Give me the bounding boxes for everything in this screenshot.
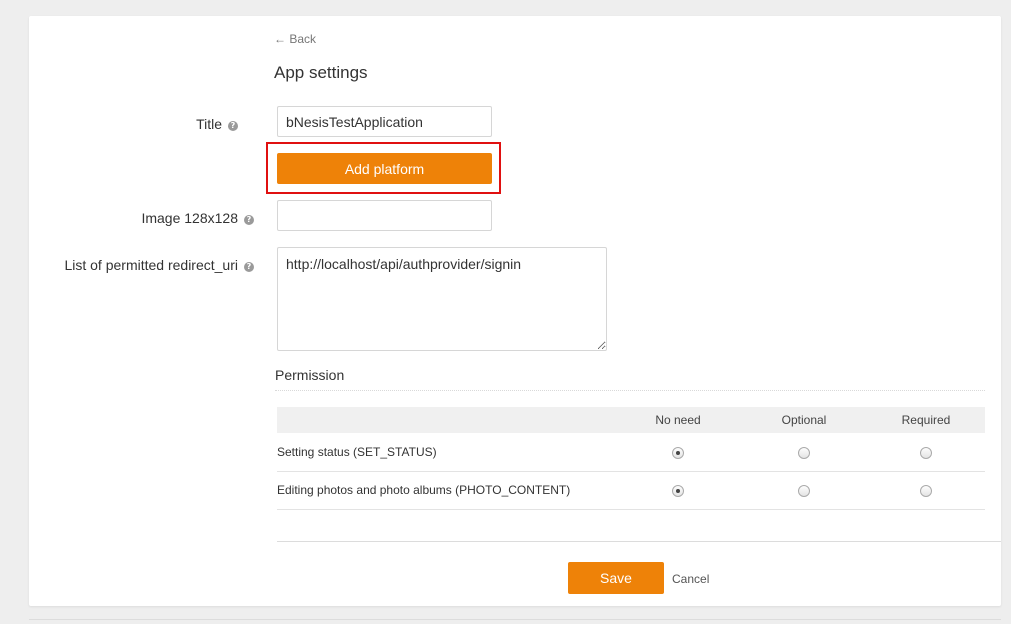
permission-header-row: No need Optional Required <box>277 407 985 433</box>
column-optional: Optional <box>741 407 867 433</box>
permission-title: Permission <box>275 367 345 383</box>
redirect-uri-textarea[interactable]: http://localhost/api/authprovider/signin <box>277 247 607 351</box>
radio-optional[interactable] <box>798 484 810 497</box>
image-label: Image 128x128? <box>141 210 254 226</box>
image-input[interactable] <box>277 200 492 231</box>
permission-row-label: Editing photos and photo albums (PHOTO_C… <box>277 471 615 510</box>
redirect-label-text: List of permitted redirect_uri <box>64 257 238 273</box>
radio-required[interactable] <box>920 446 932 459</box>
help-icon[interactable]: ? <box>244 262 254 272</box>
cancel-link[interactable]: Cancel <box>672 572 709 586</box>
column-no-need: No need <box>615 407 741 433</box>
image-label-text: Image 128x128 <box>141 210 238 226</box>
permission-row: Editing photos and photo albums (PHOTO_C… <box>277 471 985 510</box>
title-label: Title? <box>196 116 238 132</box>
title-label-text: Title <box>196 116 222 132</box>
back-link[interactable]: ← Back <box>274 32 316 46</box>
radio-required[interactable] <box>920 484 932 497</box>
permission-table: No need Optional Required Setting status… <box>277 407 985 510</box>
highlight-box <box>266 142 501 194</box>
help-icon[interactable]: ? <box>244 215 254 225</box>
save-button[interactable]: Save <box>568 562 664 594</box>
permission-header-empty <box>277 407 615 433</box>
column-required: Required <box>867 407 985 433</box>
footer-divider <box>277 541 1001 542</box>
radio-no-need[interactable] <box>672 446 684 459</box>
help-icon[interactable]: ? <box>228 121 238 131</box>
page-bottom-divider <box>29 619 1001 620</box>
radio-optional[interactable] <box>798 446 810 459</box>
title-input[interactable] <box>277 106 492 137</box>
redirect-label: List of permitted redirect_uri? <box>64 257 254 273</box>
permission-divider <box>275 390 985 391</box>
radio-no-need[interactable] <box>672 484 684 497</box>
permission-row-label: Setting status (SET_STATUS) <box>277 433 615 472</box>
permission-row: Setting status (SET_STATUS) <box>277 433 985 472</box>
page-title: App settings <box>274 63 368 82</box>
